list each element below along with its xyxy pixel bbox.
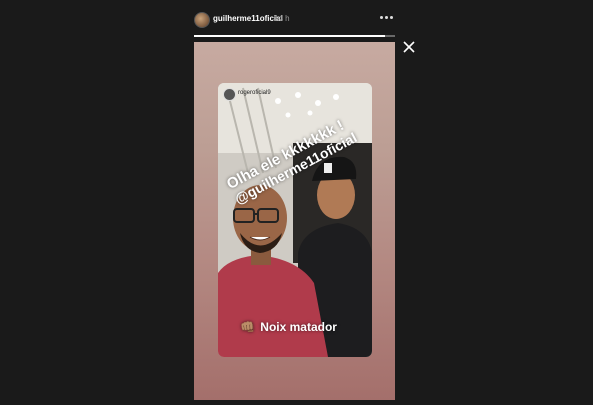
username[interactable]: guilherme11oficial [213,14,283,23]
story-progress-fill [194,35,385,37]
story-progress-bar [194,35,395,37]
fist-icon: 👊🏽 [240,320,255,334]
story-viewer[interactable]: rogeroficial9 Olha ele kkkkkkk ! @guilhe… [194,42,395,400]
repost-avatar[interactable] [223,88,236,101]
text-sticker: 👊🏽 Noix matador [240,320,337,334]
story-header: guilherme11oficial 14 h [194,10,395,40]
repost-username[interactable]: rogeroficial9 [238,90,271,96]
post-time: 14 h [274,14,290,23]
reposted-story-photo: rogeroficial9 Olha ele kkkkkkk ! @guilhe… [218,83,372,357]
sticker-text: Noix matador [260,320,337,334]
user-avatar[interactable] [194,12,210,28]
more-options-icon[interactable] [380,11,394,23]
close-icon[interactable] [402,40,416,54]
